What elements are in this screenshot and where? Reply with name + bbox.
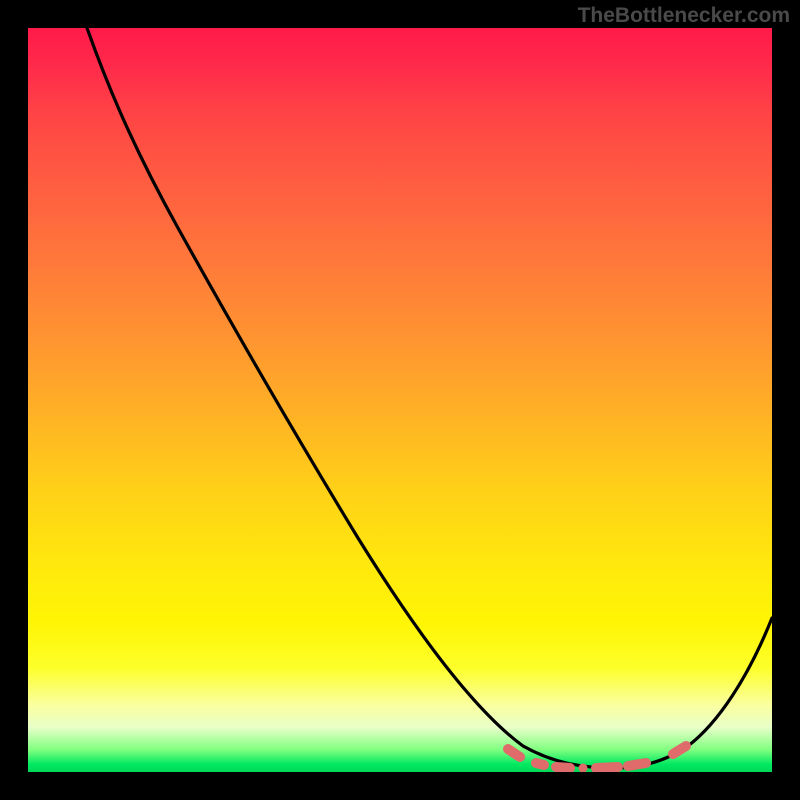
marker-dash [628, 763, 646, 766]
bottleneck-curve [28, 28, 772, 772]
marker-dash [508, 749, 520, 757]
watermark-text: TheBottlenecker.com [578, 4, 790, 28]
marker-dash [596, 767, 618, 768]
curve-path [87, 28, 772, 768]
chart-plot-area [28, 28, 772, 772]
marker-dash [673, 746, 686, 754]
marker-dash [556, 767, 570, 768]
marker-dash [536, 763, 544, 765]
